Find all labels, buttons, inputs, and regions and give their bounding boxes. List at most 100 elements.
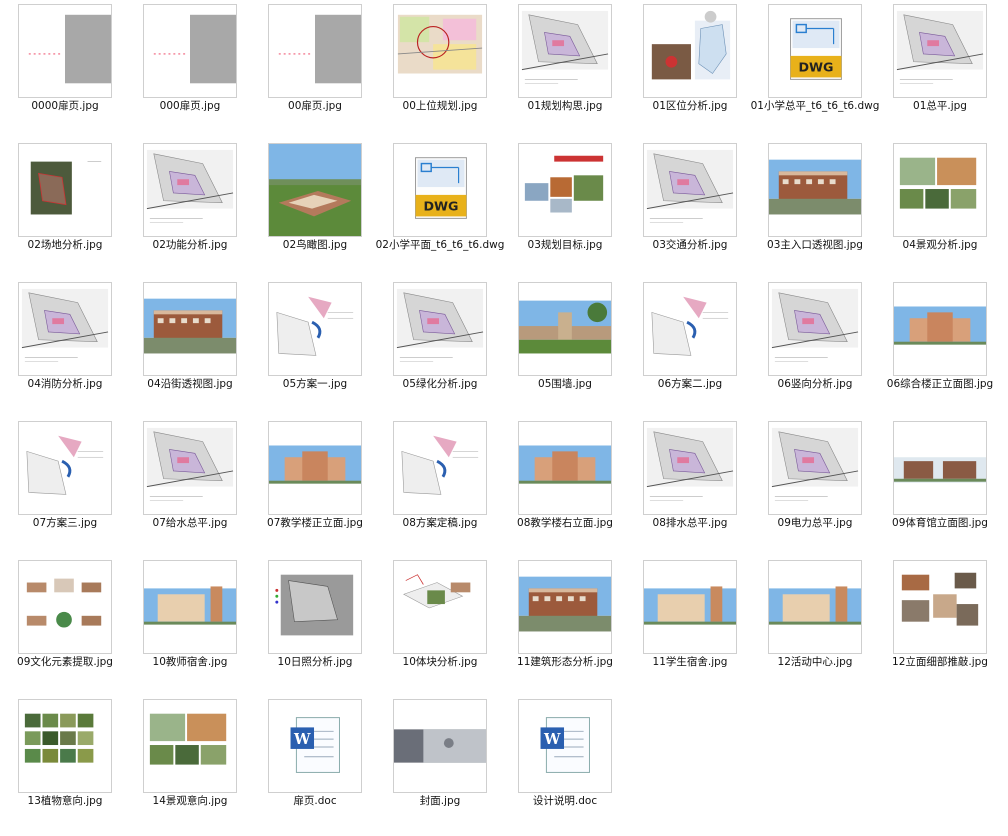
file-item[interactable]: W 设计说明.doc bbox=[504, 697, 629, 836]
file-item[interactable]: 02鸟瞰图.jpg bbox=[254, 141, 379, 280]
file-item[interactable]: 10教师宿舍.jpg bbox=[129, 558, 254, 697]
file-name-label[interactable]: 09体育馆立面图.jpg bbox=[875, 517, 1005, 530]
file-name-label[interactable]: 12立面细部推敲.jpg bbox=[875, 656, 1005, 669]
file-item[interactable]: 02功能分析.jpg bbox=[129, 141, 254, 280]
file-name-label[interactable]: 设计说明.doc bbox=[500, 795, 630, 808]
file-name-label[interactable]: 09文化元素提取.jpg bbox=[0, 656, 130, 669]
site-plan-thumb[interactable] bbox=[893, 4, 987, 98]
file-item[interactable]: 08排水总平.jpg bbox=[629, 419, 754, 558]
file-name-label[interactable]: 000扉页.jpg bbox=[125, 100, 255, 113]
file-name-label[interactable]: 05绿化分析.jpg bbox=[375, 378, 505, 391]
file-name-label[interactable]: 08排水总平.jpg bbox=[625, 517, 755, 530]
file-item[interactable]: 11学生宿舍.jpg bbox=[629, 558, 754, 697]
file-name-label[interactable]: 03主入口透视图.jpg bbox=[750, 239, 880, 252]
photo-collage-thumb[interactable] bbox=[518, 143, 612, 237]
file-item[interactable]: 12立面细部推敲.jpg bbox=[879, 558, 1004, 697]
file-name-label[interactable]: 封面.jpg bbox=[375, 795, 505, 808]
location-map-thumb[interactable] bbox=[643, 4, 737, 98]
file-name-label[interactable]: 09电力总平.jpg bbox=[750, 517, 880, 530]
file-item[interactable]: 0000扉页.jpg bbox=[4, 2, 129, 141]
file-item[interactable]: 03交通分析.jpg bbox=[629, 141, 754, 280]
file-name-label[interactable]: 06综合楼正立面图.jpg bbox=[875, 378, 1005, 391]
file-item[interactable]: 01规划构思.jpg bbox=[504, 2, 629, 141]
file-name-label[interactable]: 10教师宿舍.jpg bbox=[125, 656, 255, 669]
elevation-thumb[interactable] bbox=[268, 421, 362, 515]
file-name-label[interactable]: 06方案二.jpg bbox=[625, 378, 755, 391]
landscape-collage-thumb[interactable] bbox=[143, 699, 237, 793]
file-item[interactable]: DWG 01小学总平_t6_t6_t6.dwg bbox=[751, 2, 879, 141]
file-item[interactable]: 05方案一.jpg bbox=[254, 280, 379, 419]
file-name-label[interactable]: 12活动中心.jpg bbox=[750, 656, 880, 669]
scheme-diagram-thumb[interactable] bbox=[18, 421, 112, 515]
planning-map-thumb[interactable] bbox=[393, 4, 487, 98]
file-name-label[interactable]: 14景观意向.jpg bbox=[125, 795, 255, 808]
scheme-diagram-thumb[interactable] bbox=[393, 421, 487, 515]
site-plan-thumb[interactable] bbox=[643, 143, 737, 237]
file-item[interactable]: 03主入口透视图.jpg bbox=[754, 141, 879, 280]
file-name-label[interactable]: 扉页.doc bbox=[250, 795, 380, 808]
file-name-label[interactable]: 10体块分析.jpg bbox=[375, 656, 505, 669]
title-page-thumb[interactable] bbox=[268, 4, 362, 98]
aerial-photo-thumb[interactable] bbox=[18, 143, 112, 237]
file-name-label[interactable]: 13植物意向.jpg bbox=[0, 795, 130, 808]
culture-diagram-thumb[interactable] bbox=[18, 560, 112, 654]
file-item[interactable]: 03规划目标.jpg bbox=[504, 141, 629, 280]
file-name-label[interactable]: 07给水总平.jpg bbox=[125, 517, 255, 530]
detail-collage-thumb[interactable] bbox=[893, 560, 987, 654]
file-item[interactable]: 09电力总平.jpg bbox=[754, 419, 879, 558]
file-item[interactable]: 00扉页.jpg bbox=[254, 2, 379, 141]
file-name-label[interactable]: 00上位规划.jpg bbox=[375, 100, 505, 113]
scheme-diagram-thumb[interactable] bbox=[643, 282, 737, 376]
file-name-label[interactable]: 0000扉页.jpg bbox=[0, 100, 130, 113]
file-item[interactable]: 04沿街透视图.jpg bbox=[129, 280, 254, 419]
file-item[interactable]: 000扉页.jpg bbox=[129, 2, 254, 141]
file-name-label[interactable]: 05围墙.jpg bbox=[500, 378, 630, 391]
file-name-label[interactable]: 07方案三.jpg bbox=[0, 517, 130, 530]
file-item[interactable]: 封面.jpg bbox=[379, 697, 504, 836]
elevation-thumb[interactable] bbox=[893, 282, 987, 376]
site-plan-thumb[interactable] bbox=[143, 143, 237, 237]
building-render-thumb[interactable] bbox=[518, 560, 612, 654]
file-item[interactable]: 07教学楼正立面.jpg bbox=[254, 419, 379, 558]
title-page-thumb[interactable] bbox=[18, 4, 112, 98]
file-item[interactable]: 14景观意向.jpg bbox=[129, 697, 254, 836]
site-plan-thumb[interactable] bbox=[18, 282, 112, 376]
file-name-label[interactable]: 02小学平面_t6_t6_t6.dwg bbox=[375, 239, 505, 252]
file-name-label[interactable]: 03规划目标.jpg bbox=[500, 239, 630, 252]
file-name-label[interactable]: 02场地分析.jpg bbox=[0, 239, 130, 252]
file-item[interactable]: 07方案三.jpg bbox=[4, 419, 129, 558]
file-item[interactable]: 08方案定稿.jpg bbox=[379, 419, 504, 558]
plant-collage-thumb[interactable] bbox=[18, 699, 112, 793]
file-item[interactable]: 13植物意向.jpg bbox=[4, 697, 129, 836]
file-name-label[interactable]: 05方案一.jpg bbox=[250, 378, 380, 391]
site-plan-thumb[interactable] bbox=[768, 282, 862, 376]
massing-diagram-thumb[interactable] bbox=[393, 560, 487, 654]
building-render-thumb[interactable] bbox=[143, 282, 237, 376]
file-name-label[interactable]: 11学生宿舍.jpg bbox=[625, 656, 755, 669]
file-item[interactable]: 05围墙.jpg bbox=[504, 280, 629, 419]
file-name-label[interactable]: 08教学楼右立面.jpg bbox=[500, 517, 630, 530]
site-plan-thumb[interactable] bbox=[768, 421, 862, 515]
site-plan-thumb[interactable] bbox=[143, 421, 237, 515]
site-plan-thumb[interactable] bbox=[518, 4, 612, 98]
file-name-label[interactable]: 00扉页.jpg bbox=[250, 100, 380, 113]
file-item[interactable]: DWG 02小学平面_t6_t6_t6.dwg bbox=[376, 141, 504, 280]
dorm-elevation-thumb[interactable] bbox=[143, 560, 237, 654]
file-item[interactable]: 05绿化分析.jpg bbox=[379, 280, 504, 419]
file-item[interactable]: 12活动中心.jpg bbox=[754, 558, 879, 697]
file-item[interactable]: 11建筑形态分析.jpg bbox=[504, 558, 629, 697]
file-item[interactable]: 02场地分析.jpg bbox=[4, 141, 129, 280]
site-plan-thumb[interactable] bbox=[393, 282, 487, 376]
file-name-label[interactable]: 02功能分析.jpg bbox=[125, 239, 255, 252]
file-item[interactable]: 01区位分析.jpg bbox=[629, 2, 754, 141]
file-item[interactable]: 06竖向分析.jpg bbox=[754, 280, 879, 419]
landscape-collage-thumb[interactable] bbox=[893, 143, 987, 237]
file-item[interactable]: 07给水总平.jpg bbox=[129, 419, 254, 558]
dwg-file-icon[interactable]: DWG bbox=[393, 143, 487, 237]
site-plan-thumb[interactable] bbox=[643, 421, 737, 515]
file-item[interactable]: 10体块分析.jpg bbox=[379, 558, 504, 697]
file-name-label[interactable]: 01小学总平_t6_t6_t6.dwg bbox=[750, 100, 880, 113]
building-render-thumb[interactable] bbox=[768, 143, 862, 237]
dorm-elevation-thumb[interactable] bbox=[643, 560, 737, 654]
file-name-label[interactable]: 10日照分析.jpg bbox=[250, 656, 380, 669]
